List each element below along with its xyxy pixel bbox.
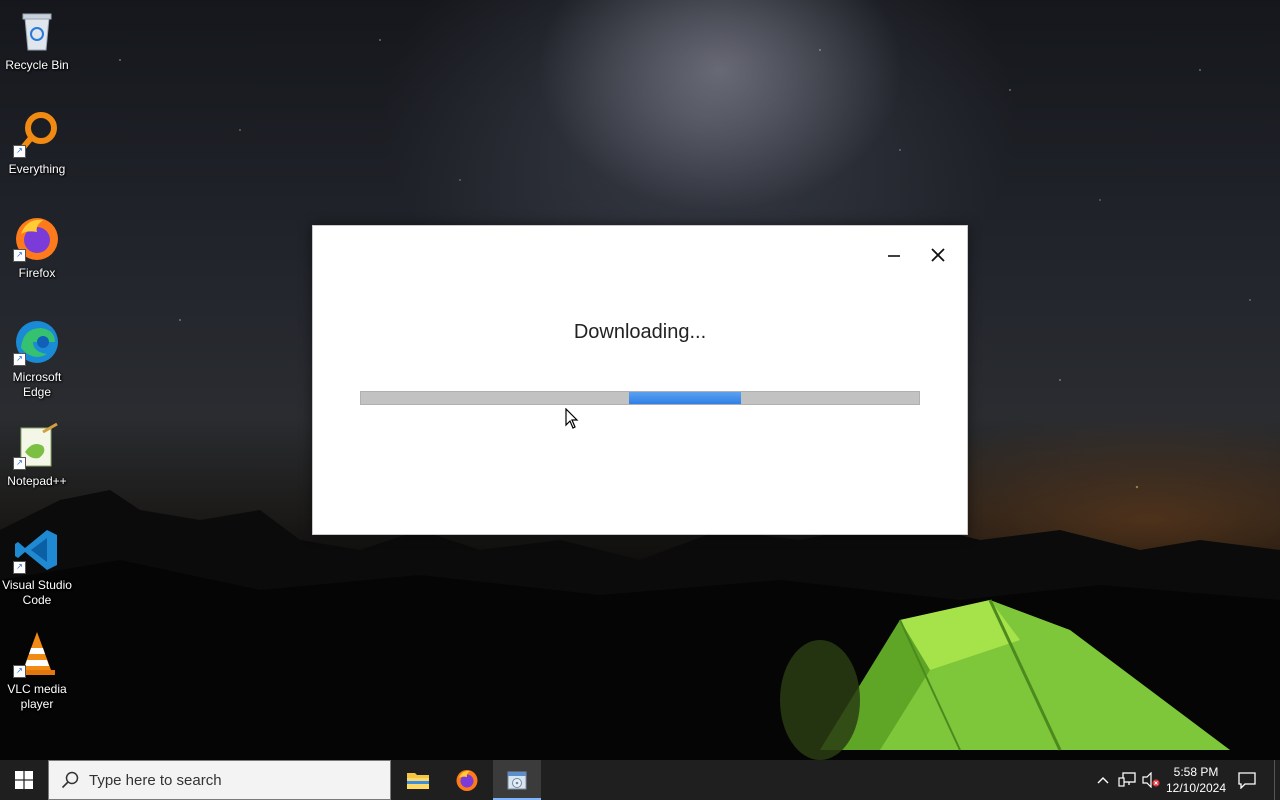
download-progress-bar — [360, 391, 920, 405]
desktop-icon-label: Visual Studio Code — [2, 578, 72, 607]
download-status-text: Downloading... — [573, 321, 707, 343]
taskbar-firefox[interactable] — [444, 760, 490, 800]
taskbar-file-explorer[interactable] — [395, 760, 441, 800]
mouse-cursor-icon — [565, 408, 579, 429]
taskbar-installer[interactable] — [493, 760, 541, 800]
progress-marquee-segment — [629, 392, 741, 404]
firefox-icon — [456, 770, 478, 791]
windows-logo-icon — [15, 771, 33, 789]
chevron-up-icon — [1097, 777, 1109, 784]
desktop-icon-microsoft-edge[interactable]: ↗ Microsoft Edge — [0, 312, 74, 400]
minimize-button[interactable] — [876, 240, 912, 270]
network-icon — [1118, 772, 1136, 787]
vscode-icon: ↗ — [13, 526, 61, 574]
installer-icon — [507, 771, 527, 790]
desktop-icon-label: Microsoft Edge — [12, 370, 62, 399]
start-button[interactable] — [0, 760, 48, 800]
vlc-icon: ↗ — [13, 630, 61, 678]
desktop-icon-firefox[interactable]: ↗ Firefox — [0, 208, 74, 281]
desktop-icon-vscode[interactable]: ↗ Visual Studio Code — [0, 520, 74, 608]
taskbar: 5:58 PM 12/10/2024 — [0, 760, 1280, 800]
desktop-icon-everything[interactable]: ↗ Everything — [0, 104, 74, 177]
notification-icon — [1238, 771, 1256, 789]
shortcut-arrow-icon: ↗ — [13, 145, 26, 158]
notepadplusplus-icon: ↗ — [13, 422, 61, 470]
recycle-bin-icon — [13, 6, 61, 54]
close-button[interactable] — [920, 240, 956, 270]
desktop-icon-label: Everything — [8, 162, 66, 176]
close-icon — [931, 248, 945, 262]
show-desktop-button[interactable] — [1274, 760, 1280, 800]
show-hidden-icons-button[interactable] — [1093, 760, 1113, 800]
download-dialog: Downloading... — [312, 225, 968, 535]
search-input[interactable] — [87, 770, 371, 790]
network-tray-button[interactable] — [1116, 760, 1138, 800]
taskbar-search-box[interactable] — [48, 760, 391, 800]
desktop-icon-vlc[interactable]: ↗ VLC media player — [0, 624, 74, 712]
shortcut-arrow-icon: ↗ — [13, 353, 26, 366]
minimize-icon — [888, 255, 900, 257]
shortcut-arrow-icon: ↗ — [13, 561, 26, 574]
clock-button[interactable]: 5:58 PM 12/10/2024 — [1164, 760, 1228, 800]
shortcut-arrow-icon: ↗ — [13, 457, 26, 470]
shortcut-arrow-icon: ↗ — [13, 665, 26, 678]
volume-tray-button[interactable] — [1140, 760, 1162, 800]
volume-muted-icon — [1142, 772, 1160, 788]
everything-search-icon: ↗ — [13, 110, 61, 158]
desktop-icon-label: Notepad++ — [7, 474, 67, 488]
edge-icon: ↗ — [13, 318, 61, 366]
search-icon — [61, 771, 79, 789]
desktop-icon-notepad-plus-plus[interactable]: ↗ Notepad++ — [0, 416, 74, 489]
desktop-icon-label: VLC media player — [7, 682, 67, 711]
shortcut-arrow-icon: ↗ — [13, 249, 26, 262]
firefox-icon: ↗ — [13, 214, 61, 262]
folder-icon — [407, 773, 429, 789]
clock-date: 12/10/2024 — [1165, 781, 1227, 795]
desktop-icon-label: Recycle Bin — [5, 58, 69, 72]
desktop-icon-recycle-bin[interactable]: Recycle Bin — [0, 0, 74, 73]
action-center-button[interactable] — [1232, 760, 1262, 800]
desktop-icon-label: Firefox — [18, 266, 56, 280]
clock-time: 5:58 PM — [1173, 765, 1219, 779]
